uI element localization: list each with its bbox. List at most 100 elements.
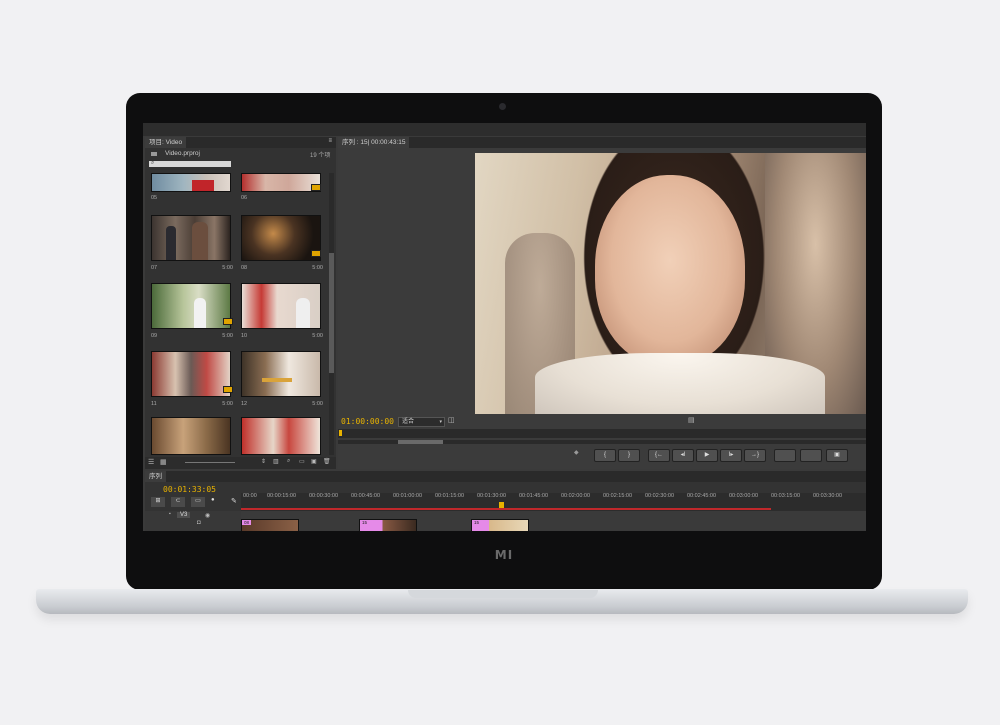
- program-timecode[interactable]: 01:00:00:00: [341, 417, 394, 426]
- icon-view-icon[interactable]: ▦: [160, 458, 167, 466]
- thumb-duration: 5:00: [312, 265, 323, 271]
- fit-value: 适合: [402, 419, 415, 425]
- time-ruler[interactable]: 00:00 00:00:15:00 00:00:30:00 00:00:45:0…: [241, 493, 866, 511]
- camera-icon[interactable]: ◘: [197, 520, 201, 526]
- automate-icon[interactable]: ▥: [273, 458, 279, 465]
- stripe: [262, 378, 292, 382]
- project-file-name: Video.prproj: [165, 150, 200, 157]
- settings-icon[interactable]: ◫: [448, 416, 455, 424]
- go-to-out-button[interactable]: →}: [744, 449, 766, 462]
- monitor-tabbar: 序列 : 15| 00:00:43:15: [338, 137, 866, 148]
- ruler-label: 00:02:45:00: [687, 493, 717, 499]
- camera-icon: ▣: [834, 452, 840, 458]
- ruler-label: 00:01:30:00: [477, 493, 507, 499]
- chevron-down-icon: ▾: [439, 419, 442, 425]
- mark-out-button[interactable]: }: [618, 449, 640, 462]
- thumb-duration: 5:00: [312, 401, 323, 407]
- step-back-button[interactable]: ◂I: [672, 449, 694, 462]
- link-icon[interactable]: ⊂: [171, 497, 185, 507]
- list-item[interactable]: [241, 283, 321, 329]
- list-view-icon[interactable]: ☰: [148, 458, 154, 466]
- eye-icon[interactable]: ◉: [205, 512, 210, 519]
- mark-in-button[interactable]: {: [594, 449, 616, 462]
- list-item[interactable]: [151, 351, 231, 397]
- ruler-label: 00:02:15:00: [603, 493, 633, 499]
- timeline-timecode[interactable]: 00:01:33:05: [163, 485, 216, 494]
- ruler-label: 00:00:15:00: [267, 493, 297, 499]
- marker-icon[interactable]: ◆: [574, 449, 579, 456]
- figure: [194, 298, 206, 328]
- wrench-icon[interactable]: ✎: [231, 497, 237, 505]
- track-label[interactable]: V3: [177, 512, 191, 518]
- lock-icon[interactable]: ▪: [169, 511, 171, 517]
- sort-icon[interactable]: ⇕: [261, 458, 266, 465]
- ruler-label: 00:02:00:00: [561, 493, 591, 499]
- marker-add-icon[interactable]: ▭: [191, 497, 205, 507]
- tab-project[interactable]: 项目: Video: [145, 137, 187, 148]
- project-scrollbar[interactable]: [329, 173, 334, 455]
- editor-screen: 项目: Video ≡ Video.prproj 19 个项 ⌕ 05 06 0: [143, 123, 866, 531]
- go-to-in-button[interactable]: {←: [648, 449, 670, 462]
- scrollbar-thumb[interactable]: [329, 253, 334, 373]
- figure: [192, 222, 208, 260]
- delete-icon[interactable]: 🗑: [323, 458, 331, 465]
- list-item[interactable]: [151, 215, 231, 261]
- work-area-bar[interactable]: [241, 508, 771, 510]
- thumb-label: 10: [241, 333, 248, 339]
- zoom-scrollbar[interactable]: [338, 440, 866, 444]
- track-lane: 08 15 15: [241, 511, 866, 531]
- playhead-icon[interactable]: [339, 430, 342, 436]
- tab-program[interactable]: 序列 : 15| 00:00:43:15: [338, 137, 410, 148]
- fit-dropdown[interactable]: 适合 ▾: [398, 417, 445, 427]
- thumb-label: 12: [241, 401, 248, 407]
- search-input[interactable]: [149, 161, 231, 167]
- project-panel: 项目: Video ≡ Video.prproj 19 个项 ⌕ 05 06 0: [145, 137, 336, 469]
- thumb-duration: 5:00: [222, 333, 233, 339]
- zoom-slider[interactable]: [185, 462, 235, 463]
- track-header-v3: ▪ V3 ◉ ◘: [145, 511, 241, 531]
- shirt: [535, 353, 825, 414]
- new-item-icon[interactable]: ▣: [311, 458, 317, 465]
- record-icon[interactable]: ●: [211, 497, 215, 503]
- lift-button[interactable]: [774, 449, 796, 462]
- thumb-duration: 5:00: [222, 265, 233, 271]
- ruler-label: 00:00: [243, 493, 257, 499]
- step-forward-button[interactable]: I▸: [720, 449, 742, 462]
- ruler-label: 00:03:00:00: [729, 493, 759, 499]
- project-toolbar: ☰ ▦ ⇕ ▥ ⌕ ▭ ▣ 🗑: [145, 457, 336, 469]
- clip-label: 15: [472, 520, 482, 525]
- scrub-bar[interactable]: [338, 429, 866, 438]
- find-icon[interactable]: ⌕: [287, 458, 290, 465]
- timeline-tabbar: 序列: [145, 471, 866, 482]
- zoom-handle[interactable]: [398, 440, 443, 444]
- new-bin-icon[interactable]: ▭: [299, 458, 305, 465]
- list-item[interactable]: [241, 215, 321, 261]
- panel-menu-icon[interactable]: ≡: [328, 138, 332, 144]
- list-item[interactable]: [241, 351, 321, 397]
- item-count: 19 个项: [310, 153, 331, 159]
- timeline-clip[interactable]: 15: [471, 519, 529, 531]
- thumb-label: 07: [151, 265, 158, 271]
- list-item[interactable]: [241, 417, 321, 455]
- list-item[interactable]: [151, 173, 231, 192]
- list-item[interactable]: [241, 173, 321, 192]
- ruler-label: 00:03:15:00: [771, 493, 801, 499]
- play-button[interactable]: ▶: [696, 449, 718, 462]
- playhead-icon[interactable]: [499, 502, 504, 508]
- timeline-clip[interactable]: 15: [359, 519, 417, 531]
- search-icon: ⌕: [151, 160, 155, 166]
- list-item[interactable]: [151, 417, 231, 455]
- timeline-clip[interactable]: 08: [241, 519, 299, 531]
- safe-margins-icon[interactable]: ▤: [688, 416, 695, 424]
- export-frame-button[interactable]: ▣: [826, 449, 848, 462]
- extract-button[interactable]: [800, 449, 822, 462]
- tab-sequence[interactable]: 序列: [145, 471, 166, 482]
- program-monitor: 序列 : 15| 00:00:43:15 01:00:00:00 适合 ▾ ◫ …: [338, 137, 866, 469]
- offline-badge-icon: [311, 250, 321, 257]
- list-item[interactable]: [151, 283, 231, 329]
- project-tabbar: 项目: Video ≡: [145, 137, 336, 148]
- thumb-label: 05: [151, 195, 158, 201]
- offline-badge-icon: [311, 184, 321, 191]
- snap-icon[interactable]: ⊞: [151, 497, 165, 507]
- ruler-label: 00:01:45:00: [519, 493, 549, 499]
